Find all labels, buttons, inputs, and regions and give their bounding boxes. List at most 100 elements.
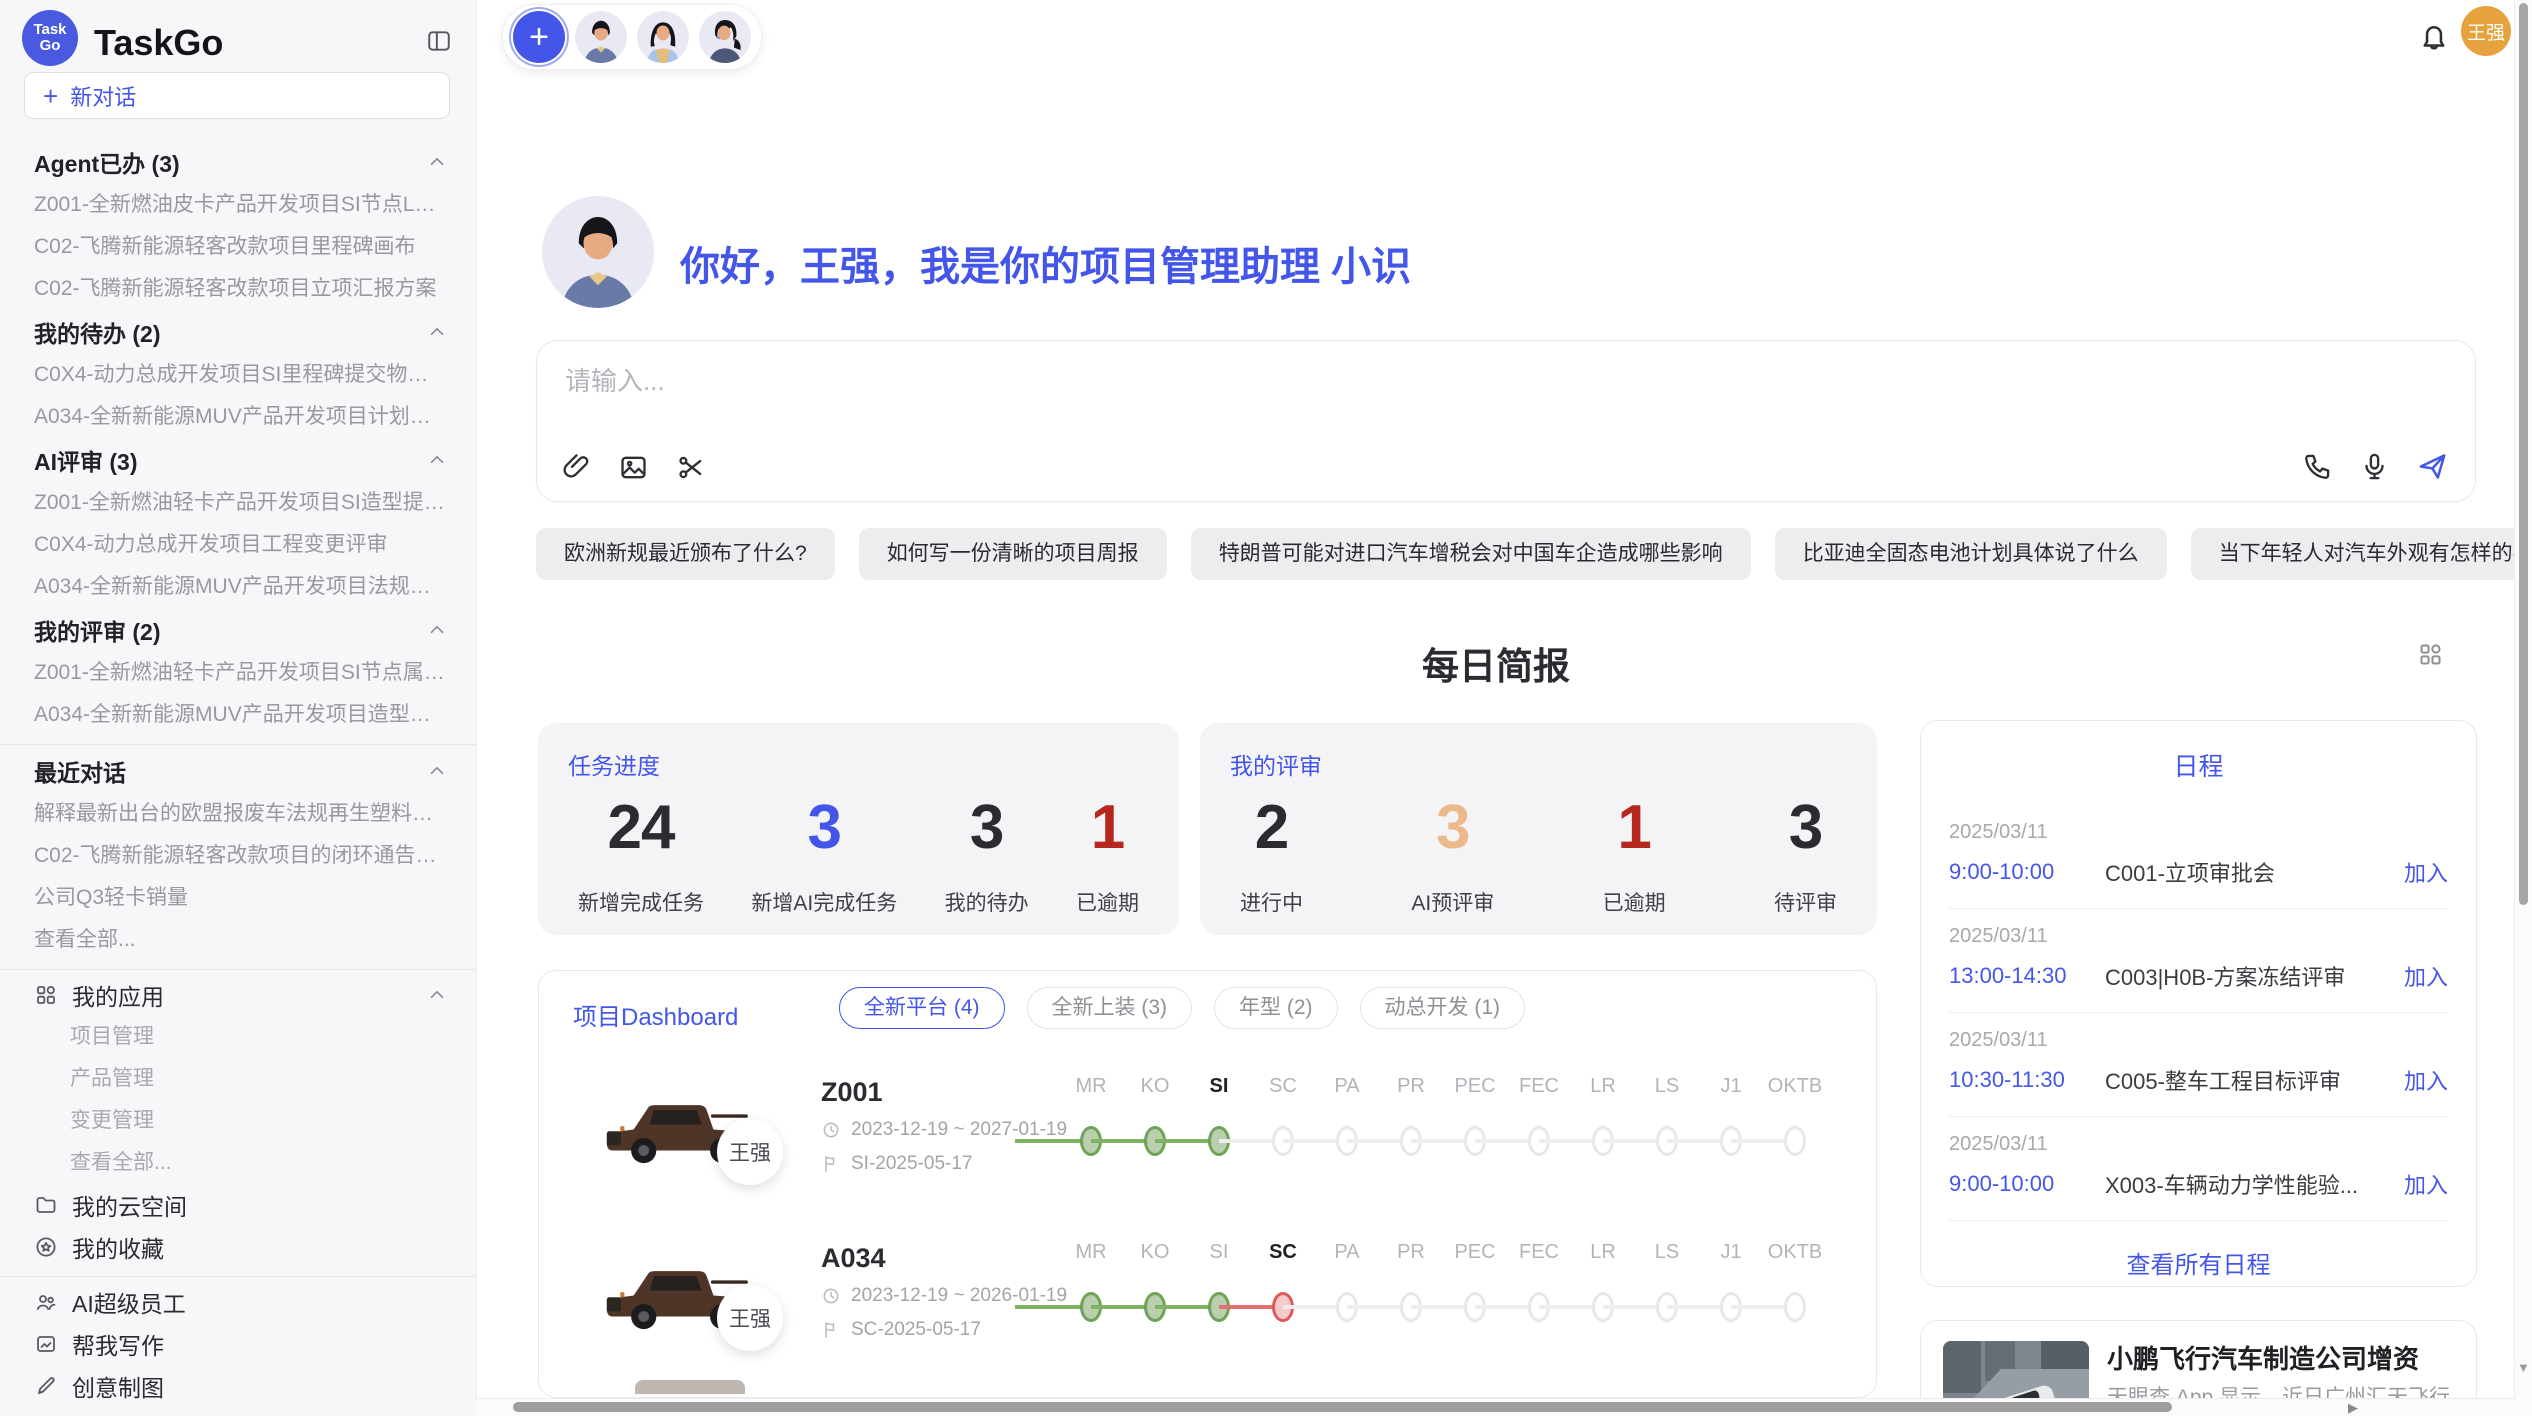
agent-switcher: + xyxy=(502,4,762,70)
project-code[interactable]: Z001 xyxy=(821,1077,883,1108)
section-0-header[interactable]: Agent已办 (3) xyxy=(0,140,476,184)
cloud-icon xyxy=(34,1193,58,1217)
dashboard-tab[interactable]: 动总开发 (1) xyxy=(1360,987,1526,1029)
project-row: 王强A0342023-12-19 ~ 2026-01-19SC-2025-05-… xyxy=(539,1233,1876,1398)
chevron-up-icon[interactable] xyxy=(426,619,448,641)
stat-value: 3 xyxy=(1411,793,1494,863)
milestone: LR xyxy=(1571,1073,1635,1183)
my-apps-item[interactable]: 项目管理 xyxy=(0,1016,476,1058)
tool-write-icon[interactable]: 帮我写作 xyxy=(0,1323,476,1365)
sidebar-item[interactable]: A034-全新新能源MUV产品开发项目造型可行性评审 xyxy=(0,694,476,736)
horizontal-scrollbar-thumb[interactable] xyxy=(513,1402,2172,1412)
dashboard-tab[interactable]: 全新上装 (3) xyxy=(1027,987,1193,1029)
project-code[interactable]: A034 xyxy=(821,1243,886,1274)
chevron-up-icon[interactable] xyxy=(426,449,448,471)
sidebar-item[interactable]: C02-飞腾新能源轻客改款项目立项汇报方案 xyxy=(0,268,476,310)
user-avatar[interactable]: 王强 xyxy=(2461,6,2511,56)
project-flag-text: SI-2025-05-17 xyxy=(851,1153,972,1175)
dashboard-tab[interactable]: 年型 (2) xyxy=(1214,987,1338,1029)
chevron-up-icon[interactable] xyxy=(426,760,448,782)
suggestion-chip[interactable]: 当下年轻人对汽车外观有怎样的喜好趋势 xyxy=(2191,528,2532,580)
join-link[interactable]: 加入 xyxy=(2404,960,2448,992)
caret-down-icon[interactable]: ▼ xyxy=(2517,1360,2530,1375)
section-3-title: 我的评审 (2) xyxy=(34,613,161,647)
add-agent-button[interactable]: + xyxy=(513,11,565,63)
my-apps-item[interactable]: 变更管理 xyxy=(0,1100,476,1142)
my-apps-item[interactable]: 产品管理 xyxy=(0,1058,476,1100)
milestone-label: SI xyxy=(1187,1075,1251,1098)
agent-avatar-1[interactable] xyxy=(575,11,627,63)
sidebar-link-star-icon[interactable]: 我的收藏 xyxy=(0,1226,476,1268)
sidebar-item[interactable]: Z001-全新燃油皮卡产品开发项目SI节点Lesson Learn报告 xyxy=(0,184,476,226)
project-owner-badge: 王强 xyxy=(717,1119,783,1185)
chevron-up-icon[interactable] xyxy=(426,321,448,343)
ai-tools-group: AI超级员工帮我写作创意制图 xyxy=(0,1276,476,1407)
my-apps-item[interactable]: 查看全部... xyxy=(0,1142,476,1184)
attachment-icon[interactable] xyxy=(561,452,592,483)
milestone: SI xyxy=(1187,1239,1251,1349)
milestone-node[interactable] xyxy=(1784,1126,1806,1156)
pen-icon xyxy=(34,1374,58,1398)
join-link[interactable]: 加入 xyxy=(2404,1064,2448,1096)
sidebar-item[interactable]: C0X4-动力总成开发项目SI里程碑提交物检查 xyxy=(0,354,476,396)
stat-value: 3 xyxy=(945,793,1029,863)
recent-chat-item[interactable]: C02-飞腾新能源轻客改款项目的闭环通告反馈情况 xyxy=(0,835,476,877)
sidebar-item[interactable]: Z001-全新燃油轻卡产品开发项目SI节点属性5D文件评审 xyxy=(0,652,476,694)
sidebar-item[interactable]: C0X4-动力总成开发项目工程变更评审 xyxy=(0,524,476,566)
vertical-scrollbar-thumb[interactable] xyxy=(2519,3,2528,905)
tool-pen-icon[interactable]: 创意制图 xyxy=(0,1365,476,1407)
milestone-label: KO xyxy=(1123,1241,1187,1264)
section-3-header[interactable]: 我的评审 (2) xyxy=(0,608,476,652)
caret-right-icon[interactable]: ▶ xyxy=(2348,1400,2358,1416)
suggestion-chip[interactable]: 如何写一份清晰的项目周报 xyxy=(859,528,1167,580)
milestone: PR xyxy=(1379,1239,1443,1349)
notification-bell-icon[interactable] xyxy=(2417,20,2451,54)
chat-input[interactable]: 请输入... xyxy=(536,340,2476,502)
recent-chats-header[interactable]: 最近对话 xyxy=(0,749,476,793)
schedule-title: 日程 xyxy=(1921,747,2476,783)
stat-column: 2进行中 xyxy=(1240,793,1303,917)
section-1-header[interactable]: 我的待办 (2) xyxy=(0,310,476,354)
scissors-icon[interactable] xyxy=(675,452,706,483)
new-chat-button[interactable]: + 新对话 xyxy=(24,72,450,119)
my-apps-header[interactable]: 我的应用 xyxy=(0,974,476,1016)
milestone-track: MRKOSISCPAPRPECFECLRLSJ1OKTB xyxy=(1059,1239,1827,1349)
tool-label: 帮我写作 xyxy=(72,1327,448,1361)
milestone-label: OKTB xyxy=(1763,1075,1827,1098)
sidebar-item[interactable]: A034-全新新能源MUV产品开发项目计划变更表编写 xyxy=(0,396,476,438)
sidebar-item[interactable]: Z001-全新燃油轻卡产品开发项目SI造型提交物评审 xyxy=(0,482,476,524)
milestone-node[interactable] xyxy=(1784,1292,1806,1322)
horizontal-scrollbar[interactable]: ▶ xyxy=(476,1398,2515,1416)
stat-column: 3我的待办 xyxy=(945,793,1029,917)
image-upload-icon[interactable] xyxy=(618,452,649,483)
chevron-up-icon[interactable] xyxy=(426,151,448,173)
suggestion-chip[interactable]: 比亚迪全固态电池计划具体说了什么 xyxy=(1775,528,2167,580)
sidebar-item[interactable]: C02-飞腾新能源轻客改款项目里程碑画布 xyxy=(0,226,476,268)
collapse-panel-icon[interactable] xyxy=(426,28,452,54)
milestone: J1 xyxy=(1699,1073,1763,1183)
chevron-up-icon[interactable] xyxy=(426,984,448,1006)
phone-call-icon[interactable] xyxy=(2302,451,2333,482)
send-icon[interactable] xyxy=(2416,450,2449,483)
recent-chat-item[interactable]: 解释最新出台的欧盟报废车法规再生塑料比例被调至15%... xyxy=(0,793,476,835)
milestone-label: LS xyxy=(1635,1241,1699,1264)
dashboard-tab[interactable]: 全新平台 (4) xyxy=(839,987,1005,1029)
section-2-header[interactable]: AI评审 (3) xyxy=(0,438,476,482)
news-title: 小鹏飞行汽车制造公司增资 xyxy=(2107,1339,2458,1376)
suggestion-chip[interactable]: 特朗普可能对进口汽车增税会对中国车企造成哪些影响 xyxy=(1191,528,1751,580)
recent-chat-item[interactable]: 查看全部... xyxy=(0,919,476,961)
agent-avatar-2[interactable] xyxy=(637,11,689,63)
sidebar-link-cloud-icon[interactable]: 我的云空间 xyxy=(0,1184,476,1226)
vertical-scrollbar[interactable]: ▼ xyxy=(2514,0,2532,1416)
join-link[interactable]: 加入 xyxy=(2404,1168,2448,1200)
recent-chat-item[interactable]: 公司Q3轻卡销量 xyxy=(0,877,476,919)
join-link[interactable]: 加入 xyxy=(2404,856,2448,888)
sidebar-item[interactable]: A034-全新新能源MUV产品开发项目法规符合性评审 xyxy=(0,566,476,608)
tool-people-icon[interactable]: AI超级员工 xyxy=(0,1281,476,1323)
view-all-schedule-link[interactable]: 查看所有日程 xyxy=(1921,1245,2476,1280)
microphone-icon[interactable] xyxy=(2359,451,2390,482)
layout-grid-icon[interactable] xyxy=(2417,641,2444,668)
suggestion-chip[interactable]: 欧洲新规最近颁布了什么? xyxy=(536,528,835,580)
divider xyxy=(1949,1220,2448,1221)
agent-avatar-3[interactable] xyxy=(699,11,751,63)
